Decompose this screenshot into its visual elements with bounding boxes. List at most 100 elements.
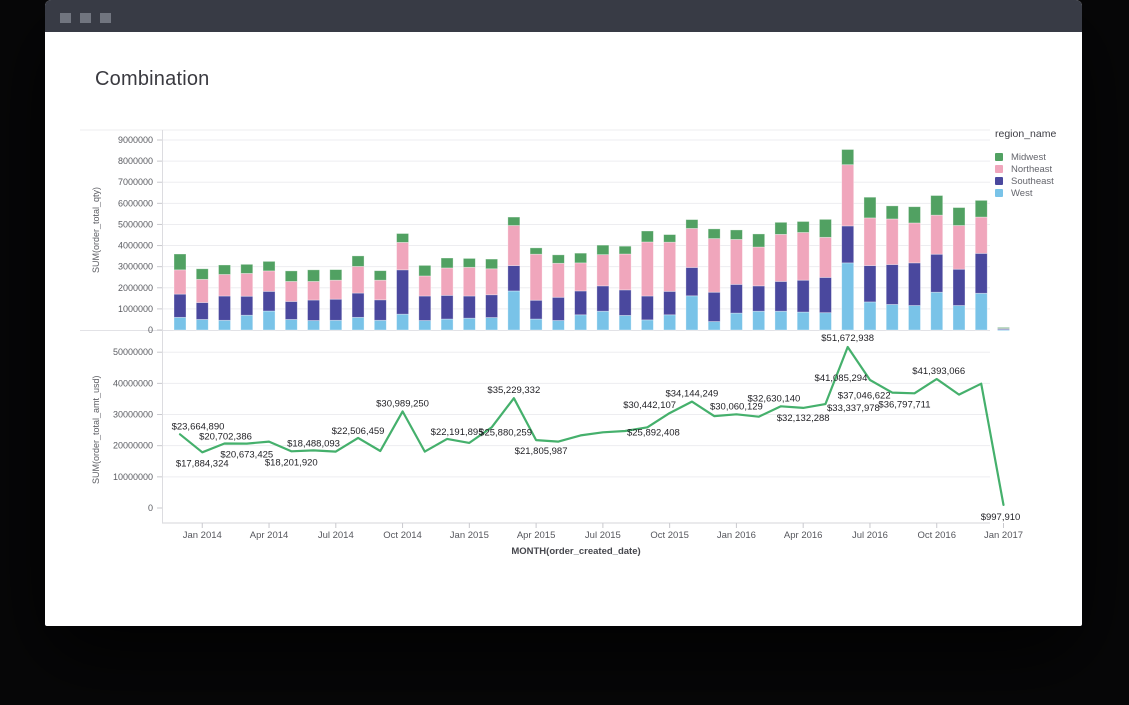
bar-segment-midwest[interactable]	[708, 229, 720, 239]
bar-segment-northeast[interactable]	[842, 165, 854, 226]
bar-segment-northeast[interactable]	[708, 239, 720, 293]
bar-segment-midwest[interactable]	[953, 208, 965, 226]
bar-segment-west[interactable]	[775, 311, 787, 330]
bar-segment-northeast[interactable]	[330, 280, 342, 299]
bar-segment-southeast[interactable]	[330, 299, 342, 320]
bar-segment-northeast[interactable]	[419, 276, 431, 296]
bar-segment-northeast[interactable]	[753, 247, 765, 286]
bar-segment-northeast[interactable]	[219, 274, 231, 296]
bar-segment-midwest[interactable]	[508, 217, 520, 225]
bar-segment-midwest[interactable]	[975, 200, 987, 217]
bar-segment-west[interactable]	[975, 293, 987, 330]
legend-item-southeast[interactable]: Southeast	[995, 175, 1081, 187]
bar-segment-west[interactable]	[842, 263, 854, 330]
bar-segment-west[interactable]	[686, 296, 698, 330]
bar-segment-southeast[interactable]	[931, 254, 943, 292]
bar-segment-midwest[interactable]	[463, 258, 475, 267]
bar-segment-northeast[interactable]	[486, 269, 498, 295]
bar-segment-west[interactable]	[886, 304, 898, 330]
bar-segment-northeast[interactable]	[441, 268, 453, 295]
bar-segment-midwest[interactable]	[308, 270, 320, 282]
bar-segment-southeast[interactable]	[263, 291, 275, 311]
bar-segment-northeast[interactable]	[374, 280, 386, 300]
bar-segment-southeast[interactable]	[664, 291, 676, 314]
bar-segment-southeast[interactable]	[641, 296, 653, 320]
bar-segment-west[interactable]	[174, 317, 186, 330]
bar-segment-northeast[interactable]	[552, 263, 564, 297]
bar-segment-northeast[interactable]	[953, 226, 965, 270]
bar-segment-southeast[interactable]	[441, 295, 453, 319]
bar-segment-west[interactable]	[908, 306, 920, 330]
bar-segment-southeast[interactable]	[530, 300, 542, 319]
bar-segment-west[interactable]	[753, 311, 765, 330]
bar-segment-southeast[interactable]	[374, 300, 386, 320]
bar-segment-southeast[interactable]	[730, 284, 742, 313]
bar-segment-west[interactable]	[508, 291, 520, 330]
bar-segment-southeast[interactable]	[308, 300, 320, 320]
bar-segment-west[interactable]	[552, 321, 564, 331]
bar-segment-midwest[interactable]	[397, 234, 409, 243]
bar-segment-southeast[interactable]	[819, 277, 831, 312]
bar-segment-northeast[interactable]	[397, 242, 409, 269]
bar-segment-midwest[interactable]	[864, 197, 876, 218]
window-button-icon[interactable]	[100, 13, 111, 23]
bar-segment-southeast[interactable]	[953, 269, 965, 305]
bar-segment-northeast[interactable]	[196, 279, 208, 302]
bar-segment-southeast[interactable]	[575, 291, 587, 315]
bar-segment-northeast[interactable]	[352, 266, 364, 293]
window-button-icon[interactable]	[80, 13, 91, 23]
bar-segment-midwest[interactable]	[352, 256, 364, 267]
revenue-line[interactable]	[180, 347, 1004, 505]
bar-segment-southeast[interactable]	[463, 296, 475, 318]
bar-segment-west[interactable]	[419, 321, 431, 331]
bar-segment-southeast[interactable]	[597, 286, 609, 311]
bar-segment-midwest[interactable]	[552, 255, 564, 263]
bar-segment-west[interactable]	[441, 319, 453, 330]
bar-segment-northeast[interactable]	[686, 228, 698, 267]
bar-segment-northeast[interactable]	[263, 271, 275, 291]
bar-segment-midwest[interactable]	[330, 270, 342, 281]
bar-segment-midwest[interactable]	[842, 150, 854, 165]
bar-segment-midwest[interactable]	[285, 271, 297, 282]
bar-segment-midwest[interactable]	[530, 248, 542, 254]
bar-segment-midwest[interactable]	[241, 264, 253, 273]
bar-segment-midwest[interactable]	[597, 245, 609, 255]
bar-segment-northeast[interactable]	[886, 219, 898, 265]
bar-segment-northeast[interactable]	[597, 255, 609, 286]
bar-segment-west[interactable]	[730, 313, 742, 330]
bar-segment-northeast[interactable]	[664, 242, 676, 291]
bar-segment-northeast[interactable]	[730, 239, 742, 284]
bar-segment-midwest[interactable]	[797, 221, 809, 232]
bar-segment-midwest[interactable]	[374, 271, 386, 281]
bar-segment-west[interactable]	[619, 315, 631, 330]
bar-segment-southeast[interactable]	[174, 294, 186, 317]
bar-segment-midwest[interactable]	[219, 265, 231, 275]
bar-segment-west[interactable]	[530, 319, 542, 330]
bar-segment-west[interactable]	[597, 311, 609, 330]
bar-segment-west[interactable]	[241, 315, 253, 330]
bar-segment-midwest[interactable]	[886, 206, 898, 219]
bar-segment-west[interactable]	[308, 321, 320, 331]
bar-segment-southeast[interactable]	[975, 253, 987, 293]
bar-segment-midwest[interactable]	[775, 222, 787, 234]
legend-item-west[interactable]: West	[995, 187, 1081, 199]
bar-segment-southeast[interactable]	[797, 280, 809, 312]
bar-segment-west[interactable]	[486, 318, 498, 330]
bar-segment-northeast[interactable]	[797, 232, 809, 280]
bar-segment-west[interactable]	[463, 318, 475, 330]
bar-segment-southeast[interactable]	[285, 302, 297, 320]
legend-item-midwest[interactable]: Midwest	[995, 151, 1081, 163]
bar-segment-west[interactable]	[575, 315, 587, 330]
bar-segment-northeast[interactable]	[775, 234, 787, 281]
bar-segment-northeast[interactable]	[285, 281, 297, 301]
bar-segment-west[interactable]	[708, 322, 720, 330]
bar-segment-west[interactable]	[397, 314, 409, 330]
bar-segment-southeast[interactable]	[352, 293, 364, 317]
bar-segment-southeast[interactable]	[508, 266, 520, 291]
bar-segment-midwest[interactable]	[931, 196, 943, 216]
bar-segment-midwest[interactable]	[819, 219, 831, 237]
bar-segment-southeast[interactable]	[908, 263, 920, 306]
bar-segment-southeast[interactable]	[842, 226, 854, 263]
bar-segment-northeast[interactable]	[931, 215, 943, 254]
bar-segment-midwest[interactable]	[196, 269, 208, 280]
